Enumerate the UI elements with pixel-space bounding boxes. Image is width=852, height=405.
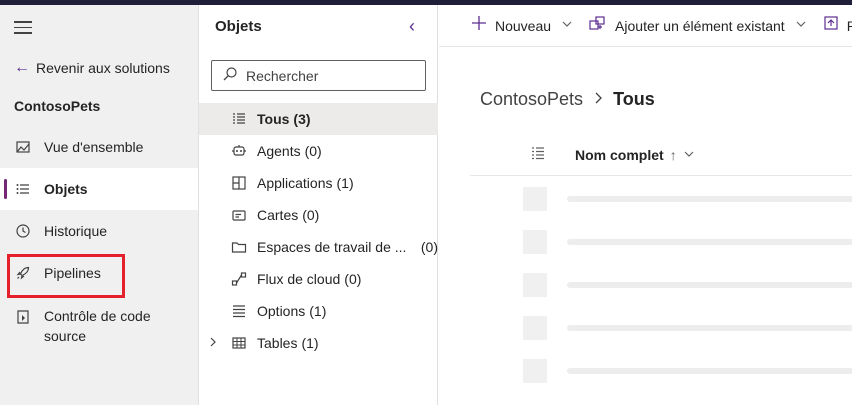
- chevron-down-icon: [683, 147, 695, 163]
- objects-item-applications[interactable]: Applications (1): [199, 167, 438, 199]
- plus-icon: [471, 15, 487, 36]
- publish-button-label: Pu: [847, 18, 852, 34]
- agent-icon: [231, 143, 247, 159]
- back-to-solutions-link[interactable]: ← Revenir aux solutions: [14, 59, 170, 77]
- nav-item-label: Vue d'ensemble: [44, 139, 144, 155]
- nav-item-label: Historique: [44, 223, 108, 239]
- objects-item-count: (1): [309, 303, 327, 319]
- card-icon: [231, 207, 247, 223]
- search-input[interactable]: [246, 67, 416, 84]
- search-box: [211, 60, 426, 91]
- objects-item-count: (0): [302, 207, 320, 223]
- table-header: Nom complet ↑: [470, 134, 852, 176]
- skeleton-row: [470, 263, 852, 306]
- new-button-label: Nouveau: [495, 17, 552, 34]
- sort-ascending-icon: ↑: [669, 146, 677, 163]
- objects-item-cards[interactable]: Cartes (0): [199, 199, 438, 231]
- hamburger-menu-icon[interactable]: [14, 21, 32, 35]
- table-icon: [231, 335, 247, 351]
- solution-name: ContosoPets: [14, 98, 101, 114]
- breadcrumb-current: Tous: [613, 89, 655, 109]
- publish-button[interactable]: Pu: [823, 15, 852, 36]
- pipelines-highlight-box: [7, 254, 125, 298]
- folder-icon: [231, 239, 247, 255]
- back-label: Revenir aux solutions: [36, 60, 170, 76]
- skeleton-row: [470, 306, 852, 349]
- source-control-icon: [14, 308, 32, 326]
- objects-item-label: Applications: [257, 175, 333, 191]
- breadcrumb: ContosoPets Tous: [480, 89, 655, 110]
- objects-item-count: (3): [293, 111, 311, 127]
- nav-item-history[interactable]: Historique: [0, 210, 198, 252]
- objects-panel-title: Objets: [215, 18, 262, 35]
- objects-item-agents[interactable]: Agents (0): [199, 135, 438, 167]
- list-view-icon[interactable]: [530, 145, 546, 164]
- objects-item-count: (1): [301, 335, 319, 351]
- nav-item-overview[interactable]: Vue d'ensemble: [0, 126, 198, 168]
- nav-item-objects[interactable]: Objets: [0, 168, 198, 210]
- options-icon: [231, 303, 247, 319]
- objects-item-label: Agents: [257, 143, 301, 159]
- flow-icon: [231, 271, 247, 287]
- objects-item-workspaces[interactable]: Espaces de travail de ... (0): [199, 231, 438, 263]
- chevron-down-icon: [561, 18, 573, 33]
- objects-item-label: Flux de cloud: [257, 271, 341, 287]
- breadcrumb-root[interactable]: ContosoPets: [480, 89, 583, 110]
- list-icon: [231, 111, 247, 127]
- objects-item-cloud-flows[interactable]: Flux de cloud (0): [199, 263, 438, 295]
- nav-item-source-control[interactable]: Contrôle de code source: [0, 300, 198, 348]
- objects-item-label: Espaces de travail de ...: [257, 239, 407, 255]
- chevron-down-icon: [795, 18, 807, 33]
- objects-item-tables[interactable]: Tables (1): [199, 327, 438, 359]
- objects-item-count: (1): [336, 175, 354, 191]
- chevron-right-icon[interactable]: [208, 336, 218, 350]
- add-existing-button[interactable]: Ajouter un élément existant: [589, 15, 807, 36]
- objects-item-label: Tous: [257, 111, 290, 127]
- objects-item-label: Options: [257, 303, 306, 319]
- add-existing-label: Ajouter un élément existant: [615, 17, 785, 34]
- new-button[interactable]: Nouveau: [471, 15, 573, 36]
- search-icon: [222, 66, 238, 85]
- column-header-full-name[interactable]: Nom complet ↑: [575, 147, 695, 163]
- history-icon: [14, 222, 32, 240]
- apps-icon: [231, 175, 247, 191]
- skeleton-row: [470, 349, 852, 392]
- nav-item-label: Contrôle de code source: [44, 308, 151, 344]
- objects-item-label: Cartes: [257, 207, 299, 223]
- command-bar: Nouveau Ajouter un élément existant Pu: [439, 5, 852, 47]
- objects-item-all[interactable]: Tous (3): [199, 103, 438, 135]
- skeleton-row: [470, 177, 852, 220]
- overview-icon: [14, 138, 32, 156]
- objects-item-count: (0): [304, 143, 322, 159]
- arrow-left-icon: ←: [14, 59, 30, 76]
- nav-item-label: Objets: [44, 181, 88, 197]
- column-header-label: Nom complet: [575, 146, 664, 163]
- skeleton-row: [470, 220, 852, 263]
- list-icon: [14, 180, 32, 198]
- objects-item-count: (0): [344, 271, 362, 287]
- objects-item-label: Tables: [257, 335, 298, 351]
- objects-item-count: (0): [420, 239, 438, 255]
- publish-icon: [823, 15, 839, 36]
- add-existing-icon: [589, 15, 607, 36]
- collapse-panel-icon[interactable]: ‹: [409, 16, 415, 37]
- objects-item-options[interactable]: Options (1): [199, 295, 438, 327]
- chevron-right-icon: [593, 89, 603, 110]
